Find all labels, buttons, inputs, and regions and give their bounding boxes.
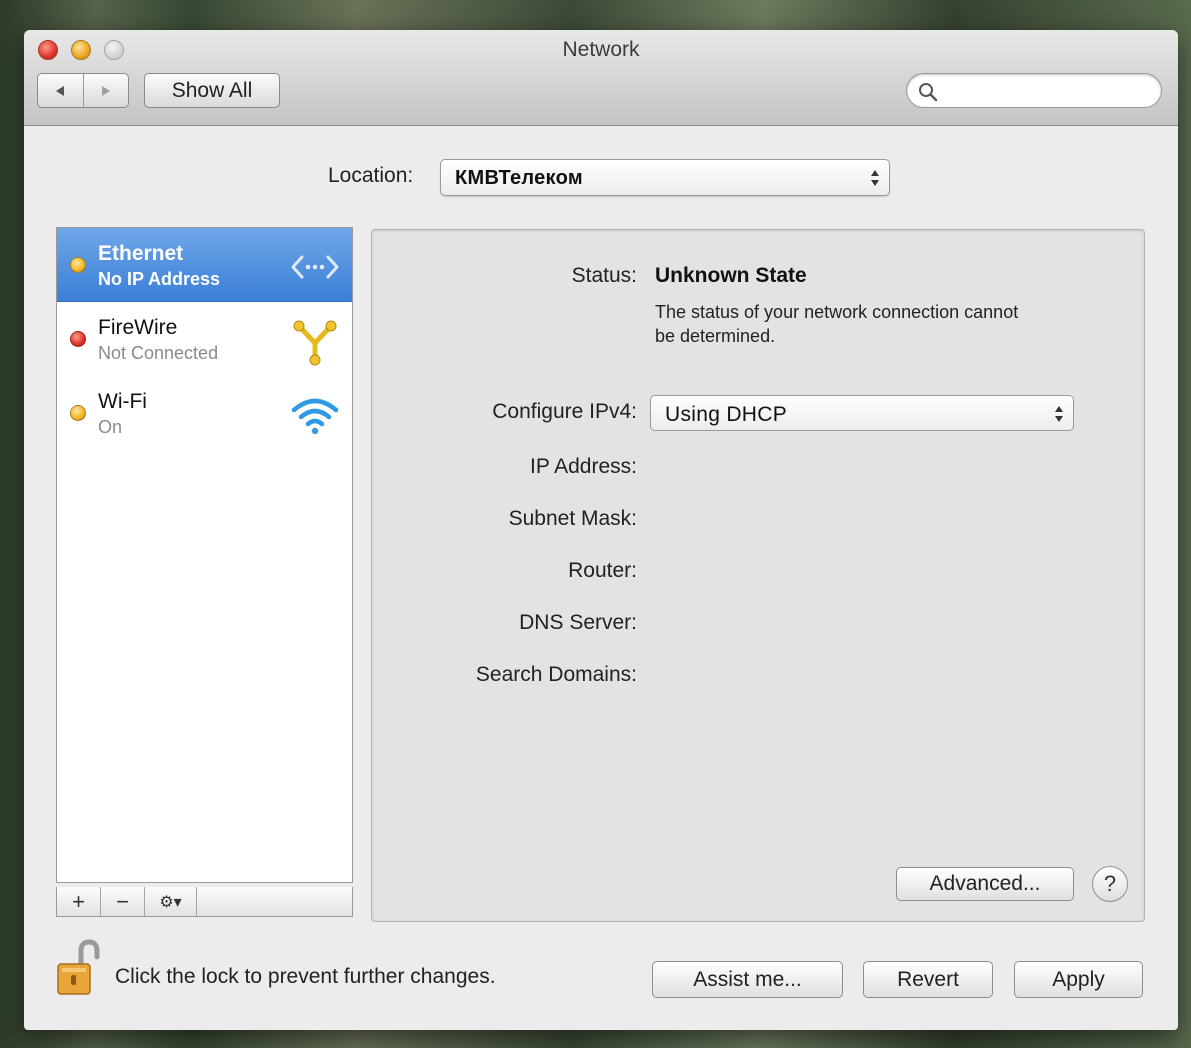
location-select[interactable]: КМВТелеком [440, 159, 890, 196]
assist-me-button[interactable]: Assist me... [652, 961, 843, 998]
router-label: Router: [568, 559, 637, 582]
status-label: Status: [571, 264, 637, 287]
lock-message: Click the lock to prevent further change… [115, 965, 496, 988]
up-down-arrows-icon [871, 170, 879, 186]
remove-service-button[interactable]: − [101, 887, 145, 916]
interface-item-wifi[interactable]: Wi-Fi On [57, 376, 352, 450]
status-description: The status of your network connection ca… [655, 302, 1019, 346]
revert-button[interactable]: Revert [863, 961, 993, 998]
ip-address-label: IP Address: [529, 455, 637, 478]
interface-name: Ethernet [98, 242, 184, 265]
status-dot-yellow-icon [70, 257, 86, 273]
toolbar: Network Show All [24, 30, 1178, 126]
interface-item-firewire[interactable]: FireWire Not Connected [57, 302, 352, 376]
subnet-mask-label: Subnet Mask: [508, 507, 637, 530]
interface-status: No IP Address [98, 269, 221, 289]
apply-button[interactable]: Apply [1014, 961, 1143, 998]
interface-detail-panel: Status: Unknown State The status of your… [371, 229, 1145, 922]
navigation-segment [37, 73, 129, 108]
configure-ipv4-label: Configure IPv4: [492, 400, 637, 423]
triangle-left-icon [56, 85, 65, 96]
status-dot-yellow-icon [70, 405, 86, 421]
search-field[interactable] [906, 73, 1162, 108]
configure-ipv4-value: Using DHCP [665, 403, 788, 426]
network-preferences-window: Network Show All Location: КМВТелеком Et… [24, 30, 1178, 1030]
search-input[interactable] [943, 79, 1148, 103]
location-label: Location: [328, 164, 414, 187]
help-button[interactable]: ? [1092, 866, 1128, 902]
interface-name: Wi-Fi [98, 390, 147, 413]
interface-name: FireWire [98, 316, 178, 339]
up-down-arrows-icon [1055, 406, 1063, 422]
search-domains-label: Search Domains: [475, 663, 637, 686]
location-value: КМВТелеком [455, 167, 583, 189]
wifi-icon [291, 398, 339, 435]
configure-ipv4-select[interactable]: Using DHCP [650, 395, 1074, 431]
lock-open-icon[interactable] [56, 939, 102, 997]
show-all-button[interactable]: Show All [144, 73, 280, 108]
back-button[interactable] [38, 74, 83, 107]
interface-list: Ethernet No IP Address FireWire Not Conn… [56, 227, 353, 883]
window-title: Network [562, 38, 640, 61]
status-value: Unknown State [655, 264, 807, 287]
add-service-button[interactable]: + [57, 887, 101, 916]
interface-status: On [98, 417, 123, 437]
triangle-right-icon [101, 85, 110, 96]
interface-item-ethernet[interactable]: Ethernet No IP Address [57, 228, 352, 302]
firewire-icon [293, 320, 337, 366]
search-icon [919, 83, 938, 102]
ethernet-arrows-icon [291, 255, 339, 279]
interface-list-controls: + − ⚙▾ [56, 887, 353, 917]
dns-server-label: DNS Server: [519, 611, 637, 634]
status-dot-red-icon [70, 331, 86, 347]
advanced-button[interactable]: Advanced... [896, 867, 1074, 901]
gear-icon[interactable]: ⚙▾ [145, 887, 197, 916]
forward-button[interactable] [82, 74, 129, 107]
interface-status: Not Connected [98, 343, 219, 363]
